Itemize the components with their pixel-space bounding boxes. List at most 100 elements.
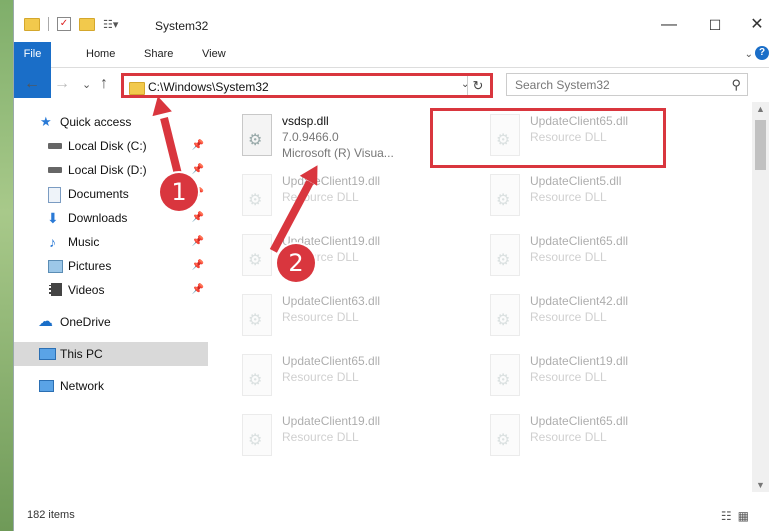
file-name: UpdateClient19.dll (530, 354, 629, 368)
sidebar-item-local-disk-c[interactable]: Local Disk (C:) 📌 (14, 134, 208, 158)
address-bar[interactable]: C:\Windows\System32 ⌄ ↻ (121, 73, 493, 98)
download-icon: ⬇ (47, 210, 59, 226)
expand-ribbon-icon[interactable]: ⌄ (745, 49, 753, 60)
status-bar: 182 items ☷▦ (14, 503, 769, 531)
computer-icon (39, 348, 56, 360)
folder-icon (129, 82, 145, 95)
dll-file-icon (242, 414, 272, 456)
dll-file-icon (242, 294, 272, 336)
vertical-scrollbar[interactable]: ▲ ▼ (752, 102, 769, 492)
file-item[interactable]: UpdateClient65.dll Resource DLL (482, 108, 712, 164)
file-item[interactable]: UpdateClient19.dll Resource DLL (234, 168, 464, 224)
pictures-icon (48, 260, 63, 273)
back-button[interactable]: ← (24, 75, 40, 93)
cloud-icon: ☁ (38, 313, 53, 330)
file-item[interactable]: UpdateClient63.dll Resource DLL (234, 288, 464, 344)
file-item[interactable]: UpdateClient65.dll Resource DLL (234, 348, 464, 404)
dll-file-icon (490, 294, 520, 336)
file-item[interactable]: UpdateClient65.dll Resource DLL (482, 228, 712, 284)
scrollbar-thumb[interactable] (755, 120, 766, 170)
minimize-button[interactable]: — (646, 12, 692, 42)
customize-toolbar-icon[interactable]: ☷▾ (103, 18, 118, 31)
network-icon (39, 380, 54, 392)
file-name: UpdateClient65.dll (530, 114, 629, 128)
file-description: Resource DLL (530, 430, 607, 444)
sidebar-item-network[interactable]: Network (14, 374, 208, 398)
dll-file-icon (242, 174, 272, 216)
sidebar-item-label: Videos (68, 283, 105, 297)
scroll-up-icon[interactable]: ▲ (756, 104, 765, 114)
file-item[interactable]: UpdateClient42.dll Resource DLL (482, 288, 712, 344)
dll-file-icon (490, 114, 520, 156)
pin-icon[interactable]: 📌 (192, 158, 204, 182)
new-folder-icon[interactable] (79, 17, 95, 31)
sidebar-item-this-pc[interactable]: This PC (14, 342, 208, 366)
pin-icon[interactable]: 📌 (192, 254, 204, 278)
sidebar-item-quick-access[interactable]: ★ Quick access (14, 110, 208, 134)
dll-file-icon (242, 234, 272, 276)
sidebar-item-music[interactable]: ♪ Music 📌 (14, 230, 208, 254)
window-title: System32 (155, 19, 209, 33)
tab-view[interactable]: View (192, 42, 236, 67)
file-item[interactable]: UpdateClient19.dll Resource DLL (482, 348, 712, 404)
file-item[interactable]: UpdateClient65.dll Resource DLL (482, 408, 712, 464)
file-description: Resource DLL (530, 370, 607, 384)
properties-icon[interactable]: ✓ (57, 17, 71, 31)
maximize-button[interactable]: ☐ (692, 12, 738, 42)
sidebar-item-pictures[interactable]: Pictures 📌 (14, 254, 208, 278)
tab-home[interactable]: Home (76, 42, 125, 67)
dll-file-icon (490, 174, 520, 216)
pin-icon[interactable]: 📌 (192, 206, 204, 230)
file-description: Resource DLL (530, 310, 607, 324)
file-description: Microsoft (R) Visua... (282, 146, 394, 160)
file-description: Resource DLL (530, 250, 607, 264)
star-icon: ★ (40, 114, 52, 129)
address-path[interactable]: C:\Windows\System32 (148, 80, 269, 94)
dll-file-icon (242, 354, 272, 396)
drive-icon (48, 143, 62, 149)
close-button[interactable]: ✕ (734, 12, 769, 42)
file-name: vsdsp.dll (282, 114, 329, 128)
file-list: vsdsp.dll 7.0.9466.0 Microsoft (R) Visua… (210, 102, 745, 486)
file-name: UpdateClient65.dll (530, 414, 629, 428)
dll-file-icon (242, 114, 272, 156)
dll-file-icon (490, 414, 520, 456)
tab-share[interactable]: Share (134, 42, 183, 67)
sidebar-item-label: Pictures (68, 259, 112, 273)
step-2-badge: 2 (277, 244, 315, 282)
dll-file-icon (490, 354, 520, 396)
music-icon: ♪ (49, 234, 56, 250)
recent-locations-button[interactable]: ⌄ (82, 78, 91, 91)
file-item[interactable]: UpdateClient5.dll Resource DLL (482, 168, 712, 224)
scroll-down-icon[interactable]: ▼ (756, 480, 765, 490)
file-name: UpdateClient63.dll (282, 294, 381, 308)
file-name: UpdateClient19.dll (282, 414, 381, 428)
file-item[interactable]: UpdateClient19.dll Resource DLL (234, 228, 464, 284)
up-button[interactable]: ↑ (100, 75, 108, 93)
file-description: Resource DLL (530, 190, 607, 204)
sidebar-item-label: Network (60, 379, 105, 393)
sidebar-item-label: Local Disk (C:) (68, 139, 147, 153)
refresh-icon[interactable]: ↻ (467, 76, 488, 95)
file-description: Resource DLL (282, 310, 359, 324)
divider (48, 17, 49, 31)
view-toggle-icons[interactable]: ☷▦ (721, 509, 755, 523)
title-bar: ✓ ☷▾ System32 — ☐ ✕ (14, 0, 769, 42)
sidebar-item-label: Downloads (68, 211, 128, 225)
help-icon[interactable]: ? (755, 46, 769, 60)
sidebar-item-label: Quick access (60, 115, 132, 129)
sidebar-item-label: This PC (60, 347, 103, 361)
pin-icon[interactable]: 📌 (192, 134, 204, 158)
file-item[interactable]: UpdateClient19.dll Resource DLL (234, 408, 464, 464)
pin-icon[interactable]: 📌 (192, 278, 204, 302)
file-name: UpdateClient65.dll (282, 354, 381, 368)
forward-button[interactable]: → (54, 75, 70, 93)
sidebar-item-videos[interactable]: Videos 📌 (14, 278, 208, 302)
file-description: Resource DLL (282, 430, 359, 444)
pin-icon[interactable]: 📌 (192, 230, 204, 254)
file-name: UpdateClient65.dll (530, 234, 629, 248)
folder-icon[interactable] (24, 17, 40, 31)
search-icon[interactable]: ⚲ (731, 77, 741, 93)
sidebar-item-onedrive[interactable]: ☁ OneDrive (14, 310, 208, 334)
search-input[interactable]: Search System32 ⚲ (506, 73, 748, 96)
